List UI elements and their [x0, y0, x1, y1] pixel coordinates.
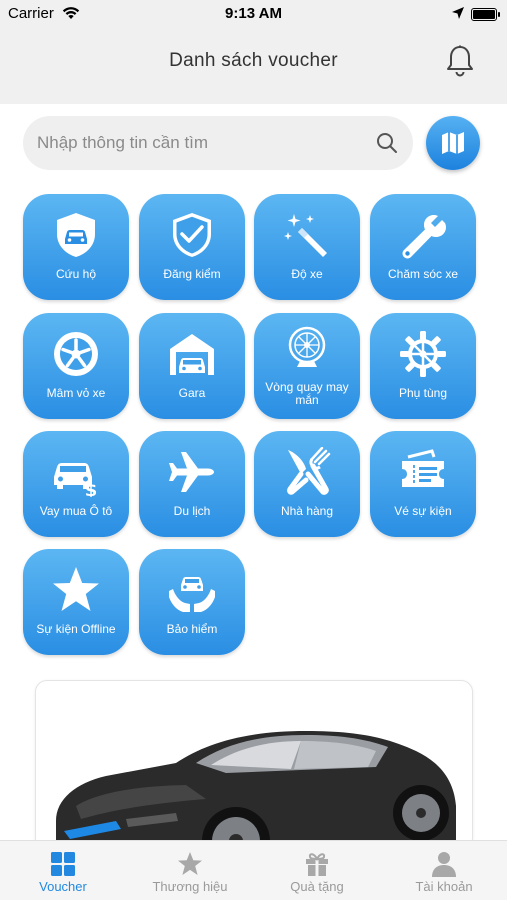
category-cham-soc-xe[interactable]: Chăm sóc xe — [370, 194, 476, 300]
tab-label: Tài khoản — [415, 879, 473, 894]
category-du-lich[interactable]: Du lịch — [139, 431, 245, 537]
tab-label: Quà tặng — [290, 879, 344, 894]
tab-tai-khoan[interactable]: Tài khoản — [381, 841, 507, 900]
wheel-icon — [54, 332, 98, 376]
category-ve-su-kien[interactable]: Vé sự kiện — [370, 431, 476, 537]
category-phu-tung[interactable]: Phụ tùng — [370, 313, 476, 419]
grid-icon — [51, 852, 75, 876]
category-label: Phụ tùng — [398, 386, 448, 400]
category-label: Chăm sóc xe — [387, 267, 459, 281]
shield-car-icon — [57, 213, 95, 257]
gift-icon — [306, 853, 328, 876]
svg-text:$: $ — [85, 480, 98, 497]
category-mam-vo-xe[interactable]: Mâm vỏ xe — [23, 313, 129, 419]
category-label: Đăng kiểm — [163, 267, 221, 281]
search-icon[interactable] — [375, 131, 399, 155]
category-label: Gara — [178, 386, 206, 400]
category-label: Vòng quay may mắn — [265, 380, 349, 407]
category-vong-quay-may-man[interactable]: Vòng quay may mắn — [254, 313, 360, 419]
tab-label: Thương hiệu — [152, 879, 228, 894]
status-time: 9:13 AM — [225, 5, 282, 22]
car-image — [56, 731, 456, 849]
category-su-kien-offline[interactable]: Sự kiện Offline — [23, 549, 129, 655]
bell-icon[interactable] — [445, 44, 475, 78]
garage-icon — [170, 334, 214, 375]
category-cuu-ho[interactable]: Cứu hộ — [23, 194, 129, 300]
tab-thuong-hieu[interactable]: Thương hiệu — [127, 841, 253, 900]
restaurant-icon — [287, 447, 331, 495]
ticket-icon — [402, 449, 444, 487]
wrench-icon — [402, 215, 446, 259]
location-arrow-icon — [452, 7, 464, 19]
tab-label: Voucher — [39, 879, 87, 894]
category-label: Sự kiện Offline — [36, 622, 116, 636]
search-input[interactable] — [37, 116, 357, 170]
category-label: Nhà hàng — [280, 504, 334, 518]
category-label: Mâm vỏ xe — [46, 386, 106, 400]
map-icon — [442, 132, 464, 154]
search-bar — [23, 116, 413, 170]
category-label: Bảo hiểm — [166, 622, 218, 636]
status-bar: Carrier 9:13 AM — [0, 0, 507, 30]
category-label: Du lịch — [173, 504, 211, 518]
gear-icon — [400, 331, 446, 377]
category-bao-hiem[interactable]: Bảo hiểm — [139, 549, 245, 655]
star-icon — [53, 567, 99, 611]
tab-qua-tang[interactable]: Quà tặng — [254, 841, 380, 900]
lucky-wheel-icon — [288, 326, 326, 367]
map-button[interactable] — [426, 116, 480, 170]
battery-icon — [471, 8, 500, 21]
category-label: Vay mua Ô tô — [39, 504, 113, 518]
category-do-xe[interactable]: Độ xe — [254, 194, 360, 300]
category-label: Cứu hộ — [55, 267, 97, 281]
category-dang-kiem[interactable]: Đăng kiểm — [139, 194, 245, 300]
featured-voucher-card[interactable] — [35, 680, 473, 850]
tab-voucher[interactable]: Voucher — [0, 841, 126, 900]
tab-bar: Voucher Thương hiệu Quà tặng Tài khoản — [0, 840, 507, 900]
category-label: Vé sự kiện — [394, 504, 452, 518]
category-gara[interactable]: Gara — [139, 313, 245, 419]
category-label: Độ xe — [291, 267, 323, 281]
category-vay-mua-o-to[interactable]: $ Vay mua Ô tô — [23, 431, 129, 537]
magic-wand-icon — [284, 214, 327, 257]
shield-check-icon — [173, 213, 211, 257]
car-loan-icon: $ — [54, 463, 98, 497]
header: Danh sách voucher — [0, 30, 507, 104]
airplane-icon — [169, 452, 214, 492]
insurance-icon — [169, 577, 215, 612]
person-icon — [432, 852, 456, 877]
category-nha-hang[interactable]: Nhà hàng — [254, 431, 360, 537]
page-title: Danh sách voucher — [169, 50, 338, 71]
star-icon — [178, 852, 202, 875]
